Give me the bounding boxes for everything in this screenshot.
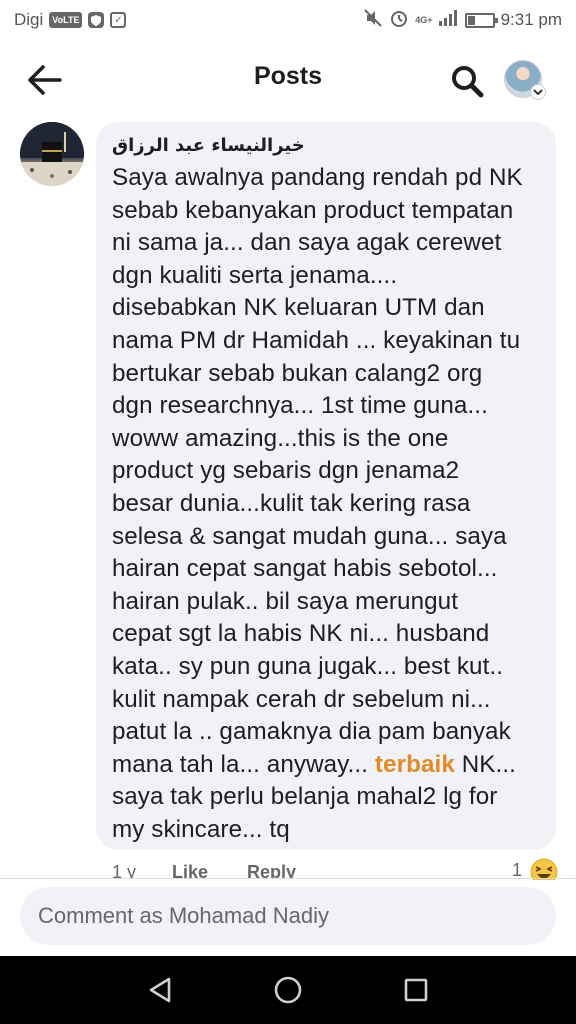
comment-line: cepat sgt la habis NK ni... husband (112, 620, 490, 648)
comment-line: kata.. sy pun guna jugak... best kut.. (112, 652, 504, 680)
commenter-avatar[interactable] (20, 122, 84, 186)
nav-recents-button[interactable] (394, 970, 438, 1010)
comment-line: Saya awalnya pandang rendah pd NK (112, 164, 523, 191)
comment-line: disebabkan NK keluaran UTM dan (112, 294, 485, 322)
search-button[interactable] (446, 60, 488, 102)
comment-line: bertukar sebab bukan calang2 org (112, 359, 483, 387)
comment-line: hairan pulak.. bil saya merungut (112, 587, 459, 615)
comment-line: selesa & sangat mudah guna... saya (112, 522, 507, 550)
nav-back-button[interactable] (138, 970, 182, 1010)
comment-bubble[interactable]: خيرالنيساء عبد الرزاق Saya awalnya panda… (96, 122, 556, 850)
laughing-emoji-icon[interactable] (530, 858, 558, 880)
comment-line: saya tak perlu belanja mahal2 lg for (112, 783, 498, 811)
search-icon (452, 66, 484, 98)
system-nav-bar (0, 956, 576, 1024)
comment-input[interactable]: Comment as Mohamad Nadiy (20, 887, 556, 945)
network-label: 4G+ (415, 15, 433, 25)
comment-line: kulit nampak cerah dr sebelum ni... (112, 685, 491, 713)
battery-icon (464, 12, 498, 28)
shield-icon (88, 12, 105, 28)
chevron-down-icon (530, 84, 546, 100)
comment-line: product yg sebaris dgn jenama2 (112, 457, 460, 485)
mute-icon (363, 8, 383, 33)
comment-line: my skincare... tq (112, 815, 290, 843)
composer-divider (0, 878, 576, 879)
comment-line: patut la .. gamaknya dia pam banyak (112, 718, 511, 746)
comment-line: nama PM dr Hamidah ... keyakinan tu (112, 326, 521, 354)
carrier-label: Digi (14, 10, 44, 29)
page-title: Posts (253, 62, 323, 90)
comment-body: Saya awalnya pandang rendah pd NK sebab … (112, 162, 538, 846)
comment-text-segment: mana tah la... anyway... (112, 750, 375, 778)
comment-line-with-link: mana tah la... anyway... terbaik NK... (112, 749, 538, 782)
comment-text-segment: NK... (454, 750, 516, 778)
comment-line: sebab kebanyakan product tempatan (112, 196, 514, 224)
reaction-count[interactable]: 1 (512, 860, 522, 878)
volte-icon: VoLTE (49, 12, 83, 28)
square-recents-icon (404, 978, 428, 1002)
alarm-icon (389, 8, 409, 33)
comment-line: hairan cepat sangat habis sebotol... (112, 555, 498, 583)
comment-line: woww amazing...this is the one (112, 424, 449, 452)
highlighted-keyword[interactable]: terbaik (375, 751, 455, 778)
reply-button[interactable]: Reply (247, 862, 296, 878)
comment-input-placeholder: Comment as Mohamad Nadiy (38, 903, 330, 928)
header: Posts (0, 40, 576, 120)
circle-home-icon (274, 976, 302, 1004)
check-icon: ✓ (110, 12, 127, 28)
like-button[interactable]: Like (172, 862, 208, 878)
status-bar: Digi VoLTE ✓ 4G+ 9:31 pm (0, 0, 576, 40)
kaaba-photo-icon (20, 122, 84, 186)
comment-line: dgn kualiti serta jenama.... (112, 261, 398, 289)
triangle-back-icon (149, 977, 171, 1003)
nav-home-button[interactable] (266, 970, 310, 1010)
comment-actions: 1 y Like Reply (112, 860, 562, 878)
comment-line: besar dunia...kulit tak kering rasa (112, 489, 471, 517)
status-right: 4G+ 9:31 pm (363, 8, 562, 33)
status-time: 9:31 pm (500, 10, 562, 29)
comment-time[interactable]: 1 y (112, 862, 136, 878)
comment-author[interactable]: خيرالنيساء عبد الرزاق (112, 130, 538, 162)
comment-line: ni sama ja... dan saya agak cerewet (112, 229, 502, 257)
signal-icon (438, 9, 459, 31)
status-left: Digi VoLTE ✓ (14, 10, 127, 30)
profile-menu-button[interactable] (504, 60, 548, 104)
comment-line: dgn researchnya... 1st time guna... (112, 392, 488, 420)
